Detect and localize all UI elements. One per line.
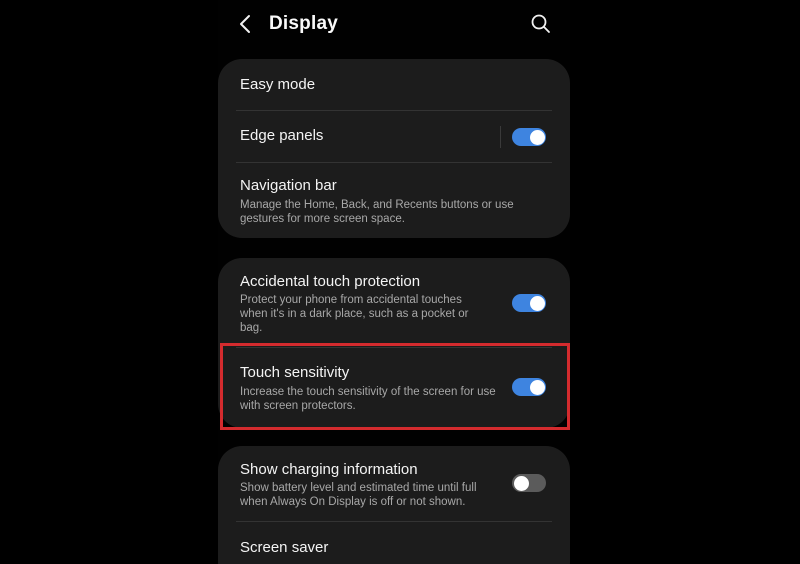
search-icon[interactable] bbox=[530, 13, 552, 35]
easy-mode-label: Easy mode bbox=[240, 76, 316, 93]
navigation-bar-label: Navigation bar bbox=[240, 177, 337, 194]
settings-card-touch: Accidental touch protection Protect your… bbox=[218, 258, 570, 428]
navigation-bar-description: Manage the Home, Back, and Recents butto… bbox=[240, 199, 514, 225]
touch-sensitivity-toggle[interactable] bbox=[512, 378, 546, 396]
touch-sensitivity-description: Increase the touch sensitivity of the sc… bbox=[240, 386, 496, 412]
accidental-touch-row[interactable]: Accidental touch protection Protect your… bbox=[218, 258, 570, 341]
toggle-knob bbox=[529, 295, 545, 311]
settings-card-misc: Show charging information Show battery l… bbox=[218, 446, 570, 564]
accidental-touch-label: Accidental touch protection bbox=[240, 273, 421, 290]
edge-panels-label: Edge panels bbox=[240, 127, 324, 144]
charging-info-label: Show charging information bbox=[240, 461, 418, 478]
top-app-bar: Display bbox=[218, 0, 570, 50]
charging-info-description: Show battery level and estimated time un… bbox=[240, 482, 477, 508]
vertical-divider bbox=[500, 126, 501, 148]
touch-sensitivity-label: Touch sensitivity bbox=[240, 364, 350, 381]
accidental-touch-toggle[interactable] bbox=[512, 294, 546, 312]
toggle-knob bbox=[529, 379, 545, 395]
screen-saver-row[interactable]: Screen saver bbox=[218, 522, 570, 564]
edge-panels-toggle[interactable] bbox=[512, 128, 546, 146]
settings-card-general: Easy mode Edge panels Navigation bar Man… bbox=[218, 59, 570, 238]
chevron-left-icon[interactable] bbox=[236, 12, 258, 36]
navigation-bar-row[interactable]: Navigation bar Manage the Home, Back, an… bbox=[218, 163, 570, 238]
screen-saver-label: Screen saver bbox=[240, 539, 329, 556]
charging-info-toggle[interactable] bbox=[512, 474, 546, 492]
toggle-knob bbox=[529, 129, 545, 145]
touch-sensitivity-row[interactable]: Touch sensitivity Increase the touch sen… bbox=[218, 348, 570, 428]
page-title: Display bbox=[269, 13, 338, 34]
edge-panels-row[interactable]: Edge panels bbox=[218, 111, 570, 162]
charging-info-row[interactable]: Show charging information Show battery l… bbox=[218, 446, 570, 521]
easy-mode-row[interactable]: Easy mode bbox=[218, 59, 570, 110]
toggle-knob bbox=[513, 475, 529, 491]
accidental-touch-description: Protect your phone from accidental touch… bbox=[240, 294, 469, 334]
phone-screen: Display Easy mode Edge panels Navigation… bbox=[218, 0, 570, 564]
